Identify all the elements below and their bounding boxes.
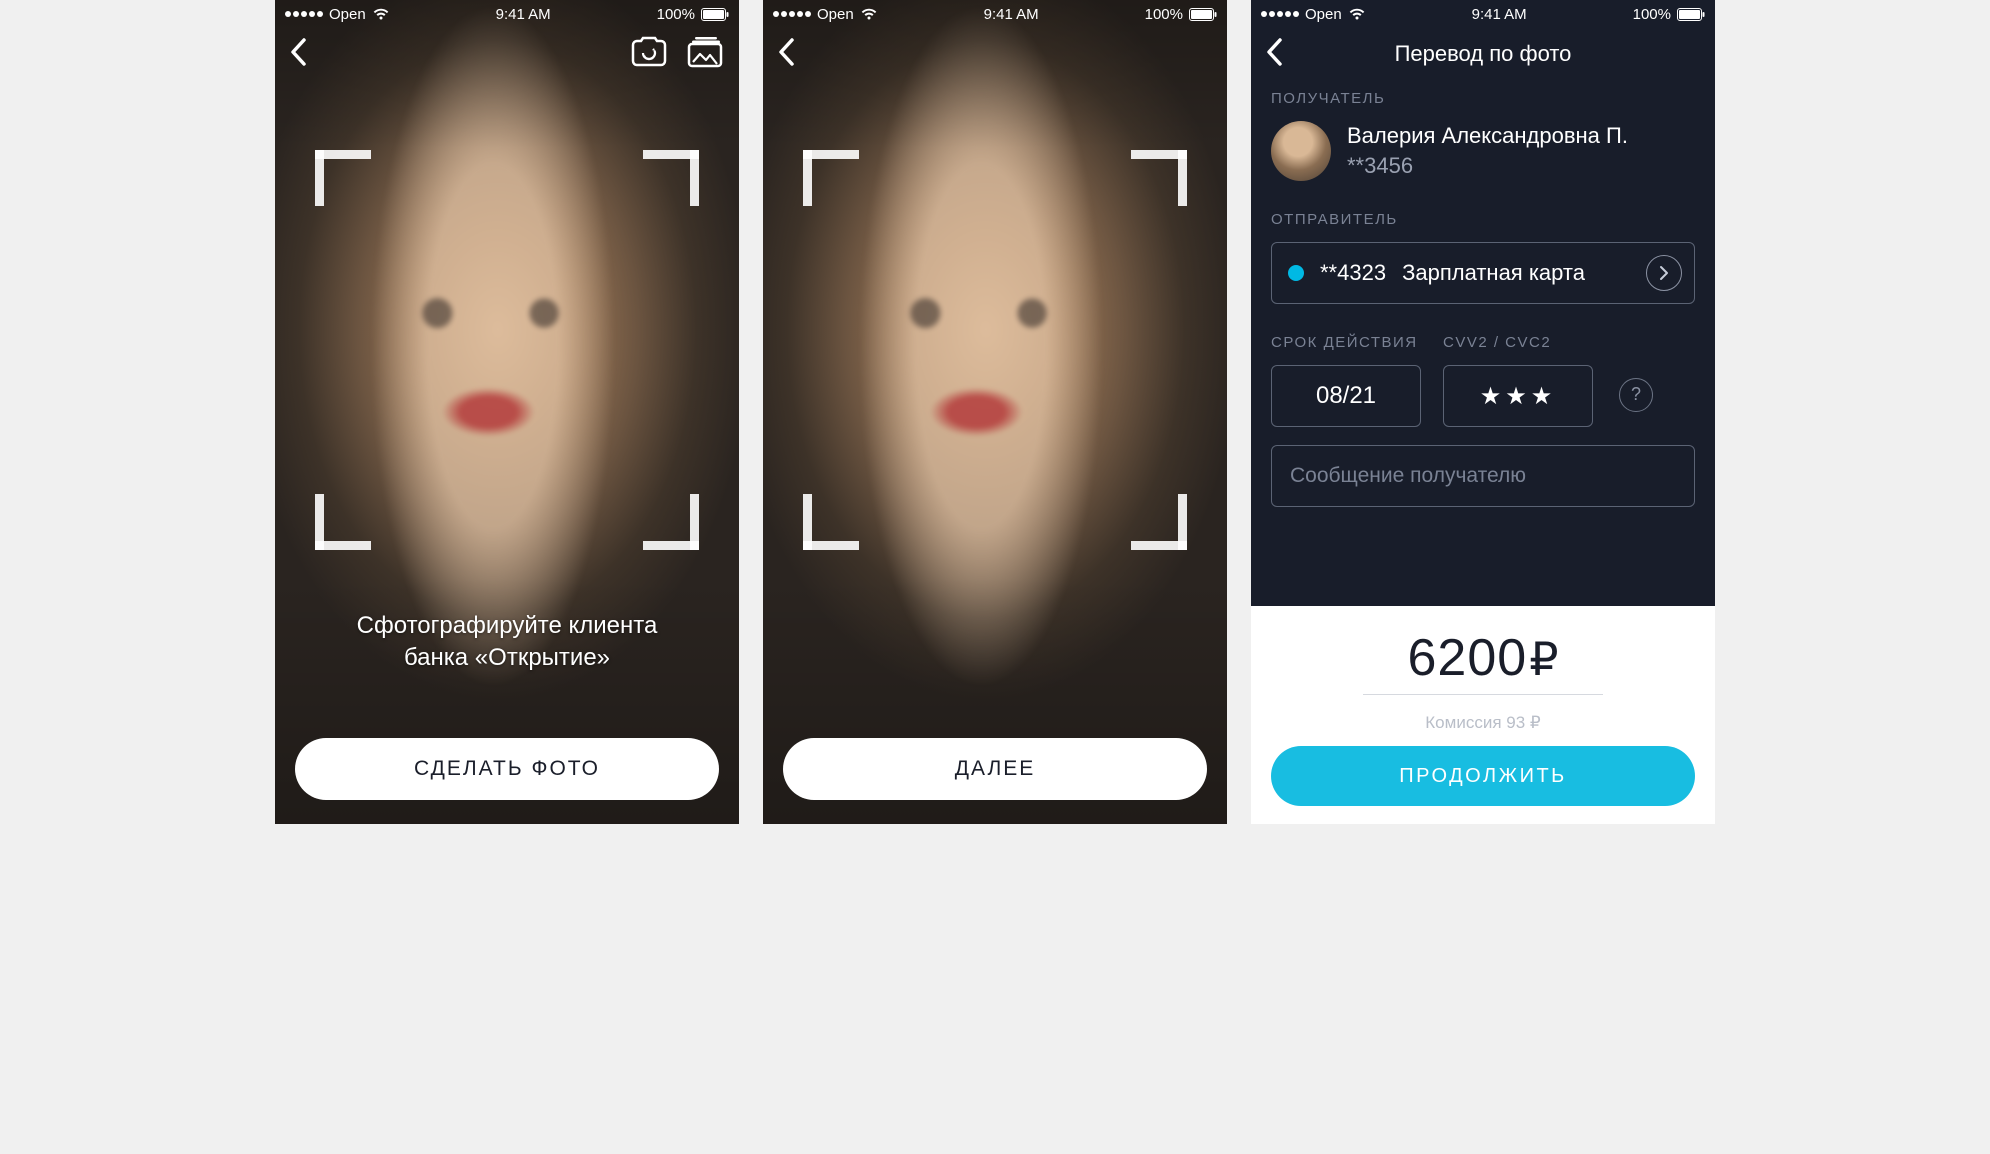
- amount-value: 6200: [1408, 628, 1528, 688]
- recipient-name: Валерия Александровна П.: [1347, 123, 1628, 149]
- clock-label: 9:41 AM: [1472, 6, 1527, 23]
- card-color-dot-icon: [1288, 265, 1304, 281]
- amount-underline: [1363, 694, 1603, 695]
- viewfinder-frame: [315, 150, 699, 550]
- gallery-button[interactable]: [687, 36, 725, 73]
- commission-label: Комиссия 93 ₽: [1425, 713, 1540, 733]
- recipient-label: ПОЛУЧАТЕЛЬ: [1271, 90, 1695, 107]
- sender-card-mask: **4323: [1320, 260, 1386, 286]
- status-bar: Open 9:41 AM 100%: [763, 0, 1227, 28]
- sender-card-selector[interactable]: **4323 Зарплатная карта: [1271, 242, 1695, 304]
- sender-card-name: Зарплатная карта: [1402, 260, 1630, 286]
- clock-label: 9:41 AM: [984, 6, 1039, 23]
- battery-label: 100%: [657, 6, 695, 23]
- sender-label: ОТПРАВИТЕЛЬ: [1271, 211, 1695, 228]
- signal-dots-icon: [1261, 11, 1299, 17]
- status-bar: Open 9:41 AM 100%: [1251, 0, 1715, 28]
- screen-transfer: Open 9:41 AM 100% Перевод по фото ПОЛУЧА…: [1251, 0, 1715, 824]
- back-button[interactable]: [289, 37, 307, 72]
- form-panel: ПОЛУЧАТЕЛЬ Валерия Александровна П. **34…: [1251, 0, 1715, 535]
- page-title: Перевод по фото: [1283, 41, 1683, 67]
- cvv-label: CVV2 / CVC2: [1443, 334, 1593, 351]
- amount-display[interactable]: 6200 ₽: [1408, 628, 1559, 688]
- chevron-right-icon: [1646, 255, 1682, 291]
- nav-bar: Перевод по фото: [1251, 28, 1715, 80]
- message-placeholder: Сообщение получателю: [1290, 464, 1526, 488]
- take-photo-button[interactable]: СДЕЛАТЬ ФОТО: [295, 738, 719, 800]
- wifi-icon: [860, 7, 878, 21]
- signal-dots-icon: [773, 11, 811, 17]
- expiry-field[interactable]: 08/21: [1271, 365, 1421, 427]
- nav-bar: [763, 28, 1227, 80]
- battery-label: 100%: [1145, 6, 1183, 23]
- status-bar: Open 9:41 AM 100%: [275, 0, 739, 28]
- expiry-label: СРОК ДЕЙСТВИЯ: [1271, 334, 1421, 351]
- battery-icon: [1677, 8, 1705, 21]
- screen-camera: Open 9:41 AM 100%: [275, 0, 739, 824]
- battery-icon: [1189, 8, 1217, 21]
- cvv-help-button[interactable]: ?: [1619, 378, 1653, 412]
- clock-label: 9:41 AM: [496, 6, 551, 23]
- message-input[interactable]: Сообщение получателю: [1271, 445, 1695, 507]
- continue-button[interactable]: ПРОДОЛЖИТЬ: [1271, 746, 1695, 806]
- battery-icon: [701, 8, 729, 21]
- recipient-card-mask: **3456: [1347, 153, 1628, 179]
- screen-confirm: Open 9:41 AM 100% ДАЛЕЕ: [763, 0, 1227, 824]
- wifi-icon: [372, 7, 390, 21]
- nav-bar: [275, 28, 739, 80]
- recipient-avatar: [1271, 121, 1331, 181]
- viewfinder-frame: [803, 150, 1187, 550]
- wifi-icon: [1348, 7, 1366, 21]
- next-button[interactable]: ДАЛЕЕ: [783, 738, 1207, 800]
- carrier-label: Open: [1305, 6, 1342, 23]
- back-button[interactable]: [1265, 37, 1283, 72]
- signal-dots-icon: [285, 11, 323, 17]
- back-button[interactable]: [777, 37, 795, 72]
- amount-panel: 6200 ₽ Комиссия 93 ₽ ПРОДОЛЖИТЬ: [1251, 606, 1715, 824]
- cvv-field[interactable]: ★★★: [1443, 365, 1593, 427]
- battery-label: 100%: [1633, 6, 1671, 23]
- amount-currency: ₽: [1529, 632, 1558, 686]
- switch-camera-button[interactable]: [629, 36, 669, 73]
- carrier-label: Open: [329, 6, 366, 23]
- recipient-row: Валерия Александровна П. **3456: [1271, 121, 1695, 181]
- instruction-text: Сфотографируйте клиента банка «Открытие»: [275, 610, 739, 675]
- carrier-label: Open: [817, 6, 854, 23]
